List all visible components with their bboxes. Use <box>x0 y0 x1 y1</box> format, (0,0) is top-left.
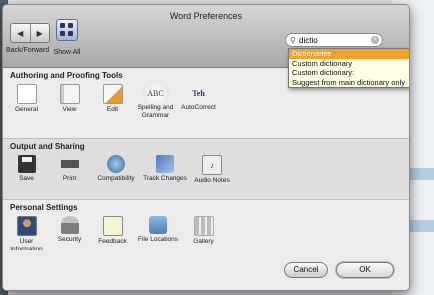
cancel-button[interactable]: Cancel <box>284 262 328 278</box>
show-all-label: Show All <box>53 49 81 56</box>
general-icon <box>16 84 37 104</box>
preferences-panes: Authoring and Proofing Tools General Vie… <box>3 68 409 290</box>
search-suggestions-dropdown: Dictionaries Custom dictionary Custom di… <box>288 48 409 88</box>
pane-label: Edit <box>106 106 119 113</box>
pane-label: AutoCorrect <box>181 104 216 111</box>
show-all-button[interactable]: Show All <box>49 19 85 56</box>
suggestion-item[interactable]: Custom dictionary: <box>289 68 409 78</box>
autocorrect-icon: Teh <box>192 88 205 98</box>
file-locations-icon <box>149 216 167 234</box>
pane-feedback[interactable]: Feedback <box>91 212 134 253</box>
pane-edit[interactable]: Edit <box>91 80 134 119</box>
forward-button[interactable]: ▶ <box>31 24 50 42</box>
pane-label: Gallery <box>193 238 214 245</box>
back-button[interactable]: ◀ <box>11 24 31 42</box>
pane-compatibility[interactable]: Compatibility <box>91 151 141 185</box>
pane-label: Save <box>19 175 34 182</box>
back-forward-label: Back/Forward <box>6 47 50 54</box>
pane-view[interactable]: View <box>48 80 91 119</box>
section-title: Personal Settings <box>10 203 78 212</box>
pane-save[interactable]: Save <box>5 151 48 185</box>
pane-label: Compatibility <box>97 175 135 182</box>
pane-label: Print <box>62 175 77 182</box>
gallery-icon <box>193 216 214 236</box>
ok-button[interactable]: OK <box>336 262 394 278</box>
pane-label: Security <box>57 236 82 243</box>
pane-label: Spelling and Grammar <box>137 104 174 119</box>
pane-label: Feedback <box>98 238 127 245</box>
pane-label: File Locations <box>137 236 179 243</box>
pane-gallery[interactable]: Gallery <box>182 212 225 253</box>
search-input[interactable] <box>299 35 367 45</box>
suggestion-item[interactable]: Dictionaries <box>289 49 409 59</box>
print-icon <box>60 155 79 173</box>
pane-general[interactable]: General <box>5 80 48 119</box>
compatibility-icon <box>107 155 125 173</box>
search-field[interactable]: ⚲ × <box>285 33 383 47</box>
section-output-sharing: Output and Sharing Save Print Compatibil… <box>3 139 409 200</box>
back-forward-control: ◀ ▶ <box>10 23 50 43</box>
pane-label: Audio Notes <box>194 177 230 184</box>
security-icon <box>60 216 79 234</box>
feedback-icon <box>102 216 123 236</box>
pane-security[interactable]: Security <box>48 212 91 253</box>
pane-label: Track Changes <box>143 175 187 182</box>
edit-icon <box>102 84 123 104</box>
audio-notes-icon: ♪ <box>202 155 222 175</box>
pane-label: General <box>14 106 39 113</box>
pane-spelling-grammar[interactable]: ABC Spelling and Grammar <box>134 80 177 119</box>
pane-file-locations[interactable]: File Locations <box>134 212 182 253</box>
pane-autocorrect[interactable]: Teh AutoCorrect <box>177 80 220 119</box>
view-icon <box>59 84 80 104</box>
pane-label: View <box>62 106 77 113</box>
show-all-icon <box>56 19 78 41</box>
pane-user-information[interactable]: User Information <box>5 212 48 253</box>
clear-icon[interactable]: × <box>371 36 379 44</box>
save-icon <box>17 155 36 173</box>
spelling-grammar-icon: ABC <box>147 88 164 98</box>
dialog-footer: Cancel OK <box>3 250 409 290</box>
suggestion-item[interactable]: Custom dictionary <box>289 59 409 69</box>
pane-track-changes[interactable]: Track Changes <box>141 151 189 185</box>
preferences-window: Word Preferences ◀ ▶ Back/Forward Show A… <box>2 4 410 291</box>
track-changes-icon <box>156 155 174 173</box>
pane-audio-notes[interactable]: ♪ Audio Notes <box>189 151 235 185</box>
section-title: Output and Sharing <box>10 142 85 151</box>
search-icon: ⚲ <box>290 36 296 45</box>
suggestion-item[interactable]: Suggest from main dictionary only <box>289 78 409 88</box>
user-information-icon <box>16 216 37 236</box>
pane-print[interactable]: Print <box>48 151 91 185</box>
